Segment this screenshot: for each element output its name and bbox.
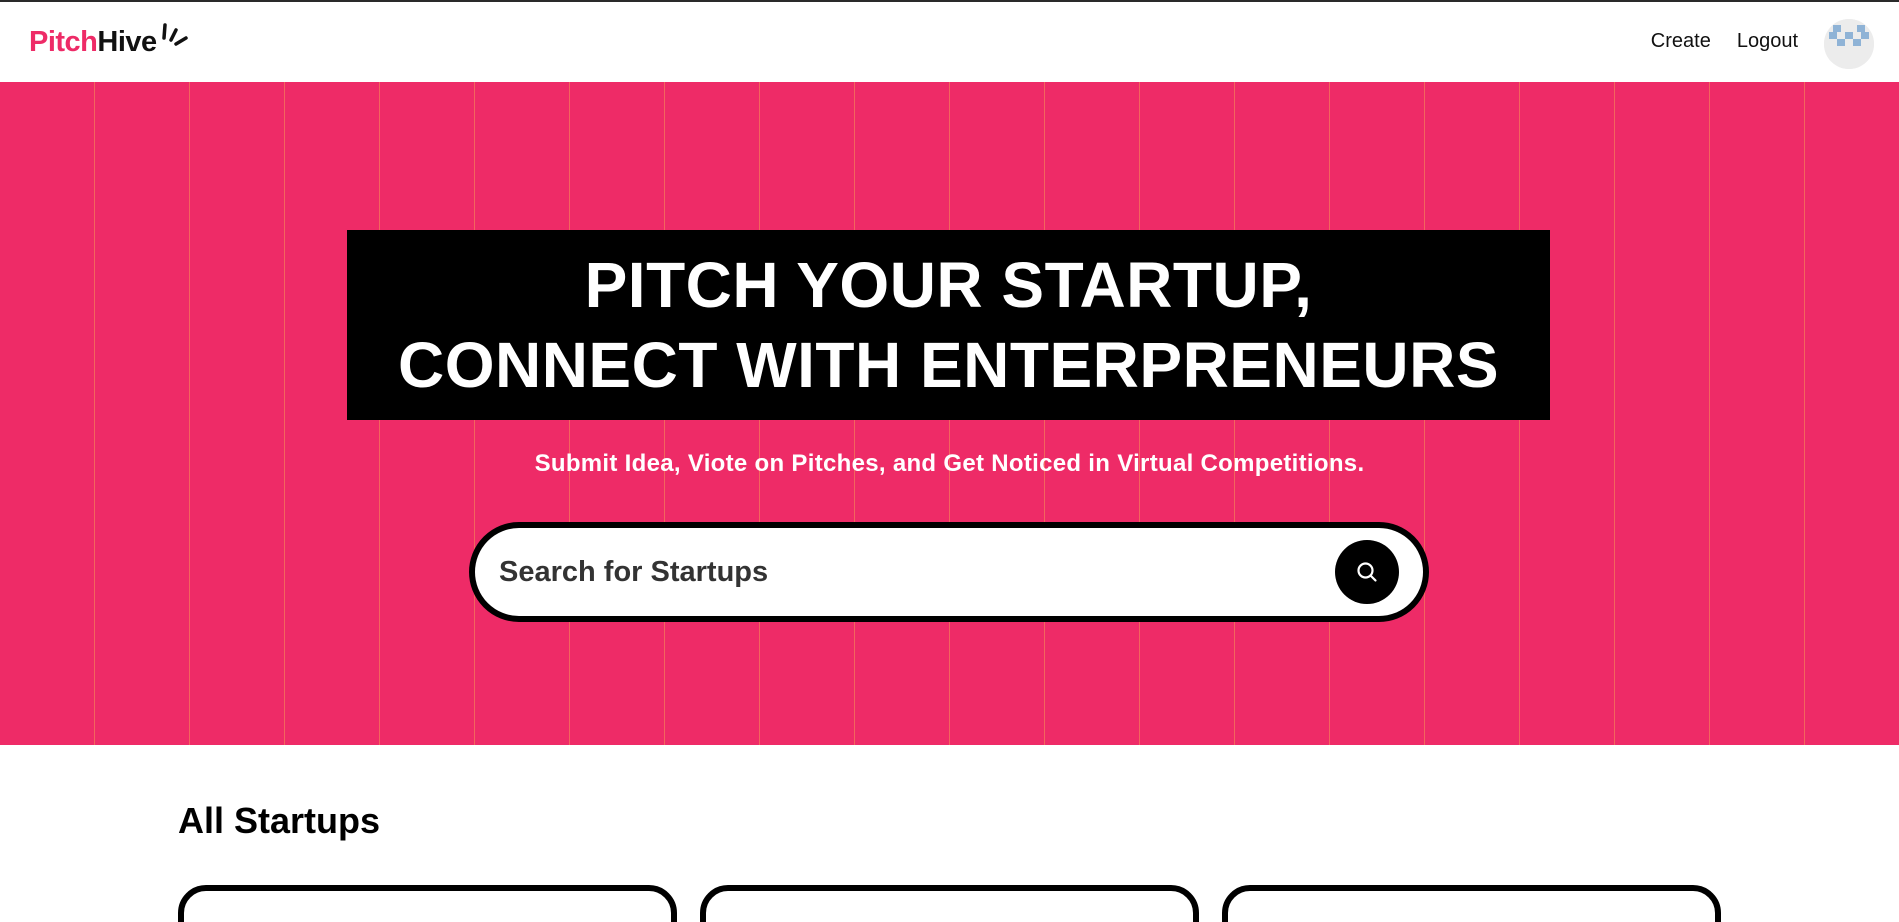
navbar: Pitch Hive Create Logout [0,2,1899,82]
logo[interactable]: Pitch Hive [29,20,189,64]
headline-line-2: CONNECT WITH ENTERPRENEURS [397,329,1500,401]
nav-links: Create Logout [1651,30,1798,53]
section-title-all-startups: All Startups [178,800,381,841]
nav-logout-link[interactable]: Logout [1737,30,1798,53]
user-avatar[interactable] [1824,19,1874,69]
hero-banner: PITCH YOUR STARTUP, CONNECT WITH ENTERPR… [0,82,1899,745]
startup-card[interactable] [178,885,677,922]
startup-card[interactable] [1222,885,1721,922]
logo-text-hive: Hive [97,25,157,58]
hero-subtitle: Submit Idea, Viote on Pitches, and Get N… [534,450,1365,477]
logo-spark-icon [161,23,188,46]
search-button[interactable] [1335,540,1399,604]
search-input[interactable] [499,555,1319,589]
search-form [469,522,1429,622]
logo-text-pitch: Pitch [29,25,98,58]
avatar-pattern-icon [1824,19,1874,69]
startup-card[interactable] [700,885,1199,922]
nav-create-link[interactable]: Create [1651,30,1711,53]
headline-line-1: PITCH YOUR STARTUP, [584,249,1313,321]
hero-headline: PITCH YOUR STARTUP, CONNECT WITH ENTERPR… [347,230,1550,420]
search-icon [1357,562,1377,582]
